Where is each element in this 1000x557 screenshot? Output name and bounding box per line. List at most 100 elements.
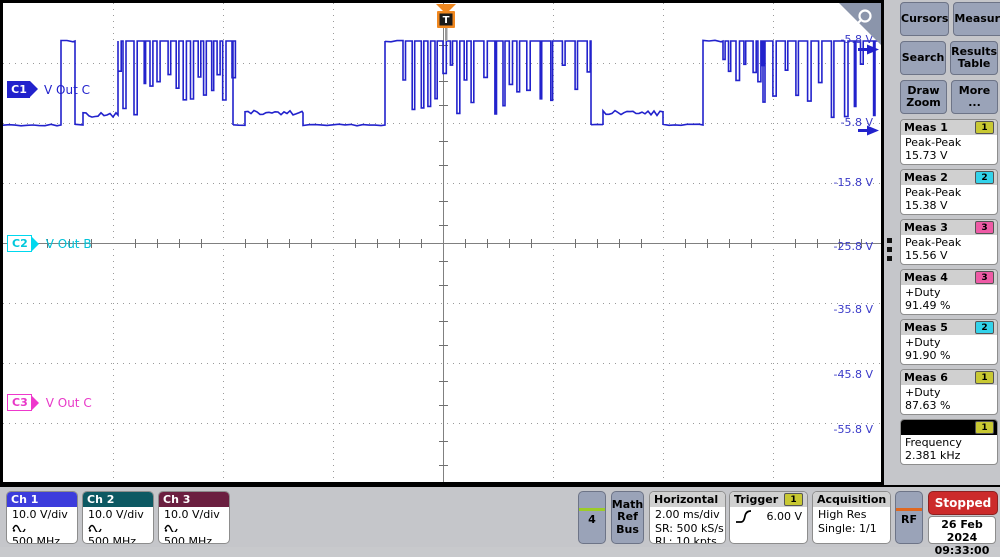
channel-label-c2: V Out B [45, 236, 92, 251]
channel-1-ground-marker[interactable] [858, 125, 880, 136]
channel-4-label: 4 [588, 513, 596, 527]
acquisition-title: Acquisition [817, 493, 887, 506]
channel-label-c3: V Out C [45, 395, 92, 410]
ac-coupling-icon [12, 522, 72, 536]
trigger-level-value: 6.00 V [766, 510, 802, 524]
results-table-button[interactable]: Results Table [950, 41, 998, 75]
meas-value: 2.381 kHz [905, 449, 961, 462]
voltage-readout: -25.8 V [833, 240, 873, 253]
meas-value: 91.90 % [905, 349, 951, 362]
trigger-title: Trigger [734, 493, 779, 506]
acquisition-mode: High Res [818, 508, 867, 521]
waveform-graticule[interactable]: C1 V Out C C2 V Out B C3 V Out C -5.8 V … [0, 0, 884, 485]
meas-type: Peak-Peak [905, 136, 962, 149]
record-length-value: RL: 10 kpts [655, 535, 717, 544]
source-chip: 2 [975, 171, 994, 184]
channel-1-settings[interactable]: Ch 1 10.0 V/div 500 MHz [6, 491, 78, 544]
meas-type: +Duty [905, 286, 941, 299]
channel-name: Ch 3 [163, 493, 191, 506]
waveform-traces [3, 3, 881, 127]
channel-4-button[interactable]: 4 [578, 491, 606, 544]
channel-name: Ch 1 [11, 493, 39, 506]
ac-coupling-icon [164, 522, 224, 536]
meas-value: 91.49 % [905, 299, 951, 312]
meas-title: Meas 6 [904, 371, 948, 384]
bottom-status-bar: Ch 1 10.0 V/div 500 MHz Ch 2 10.0 V/div … [0, 487, 1000, 557]
acquisition-sequence: Single: 1/1 [818, 521, 877, 535]
meas-type: Peak-Peak [905, 236, 962, 249]
side-button-row-1: Cursors Measure [900, 2, 1000, 36]
meas-title: Meas 2 [904, 171, 948, 184]
meas-title: Meas 4 [904, 271, 948, 284]
time-value: 09:33:00 [934, 544, 990, 557]
measurement-badge-frequency[interactable]: 1 Frequency 2.381 kHz [900, 419, 998, 465]
meas-title: Meas 3 [904, 221, 948, 234]
trigger-position-marker[interactable]: T [434, 3, 458, 41]
voltage-readout: -35.8 V [833, 303, 873, 316]
channel-scale: 10.0 V/div [164, 508, 220, 521]
cursors-button[interactable]: Cursors [900, 2, 950, 36]
horizontal-title: Horizontal [654, 493, 719, 506]
side-button-row-2: Search Results Table [900, 41, 998, 75]
acquisition-settings[interactable]: Acquisition High Res Single: 1/1 [812, 491, 891, 544]
channel-label-c1: V Out C [44, 82, 90, 97]
channel-tag-c3[interactable]: C3 V Out C [7, 394, 92, 411]
channel-3-settings[interactable]: Ch 3 10.0 V/div 500 MHz [158, 491, 230, 544]
meas-value: 15.38 V [905, 199, 948, 212]
channel-bandwidth: 500 MHz [12, 535, 61, 544]
voltage-readout: -45.8 V [833, 368, 873, 381]
ref-label: Ref [617, 510, 638, 524]
math-ref-bus-button[interactable]: Math Ref Bus [611, 491, 644, 544]
voltage-readout: -55.8 V [833, 423, 873, 436]
run-stop-status[interactable]: Stopped [928, 491, 998, 515]
channel-4-accent [579, 508, 605, 512]
date-value: 26 Feb 2024 [941, 518, 983, 544]
channel-bandwidth: 500 MHz [164, 535, 213, 544]
trace-channel-1 [3, 39, 881, 127]
trigger-source-chip: 1 [784, 493, 803, 506]
rf-button[interactable]: RF [895, 491, 923, 544]
panel-drag-handle[interactable] [886, 238, 894, 265]
rf-label: RF [901, 513, 917, 527]
source-chip: 3 [975, 221, 994, 234]
channel-1-position-marker[interactable] [858, 44, 880, 55]
more-button[interactable]: More ... [951, 80, 998, 114]
channel-2-settings[interactable]: Ch 2 10.0 V/div 500 MHz [82, 491, 154, 544]
measure-button[interactable]: Measure [953, 2, 1000, 36]
rf-accent [896, 508, 922, 512]
date-time-display: 26 Feb 2024 09:33:00 [928, 516, 996, 557]
channel-badge-c2[interactable]: C2 [7, 235, 39, 252]
meas-type: Peak-Peak [905, 186, 962, 199]
measurement-badge-2[interactable]: Meas 2 2 Peak-Peak 15.38 V [900, 169, 998, 215]
measurement-badge-4[interactable]: Meas 4 3 +Duty 91.49 % [900, 269, 998, 315]
ac-coupling-icon [88, 522, 148, 536]
meas-value: 15.73 V [905, 149, 948, 162]
meas-value: 15.56 V [905, 249, 948, 262]
horizontal-settings[interactable]: Horizontal 2.00 ms/div SR: 500 kS/s RL: … [649, 491, 726, 544]
search-button[interactable]: Search [900, 41, 947, 75]
channel-name: Ch 2 [87, 493, 115, 506]
source-chip: 1 [975, 421, 994, 434]
svg-text:T: T [443, 15, 450, 26]
meas-title: Meas 1 [904, 121, 948, 134]
right-side-panel: Cursors Measure Search Results Table Dra… [900, 2, 1000, 482]
channel-badge-c1[interactable]: C1 [7, 81, 38, 98]
meas-type: +Duty [905, 386, 941, 399]
trigger-settings[interactable]: Trigger 1 6.00 V [729, 491, 808, 544]
bus-label: Bus [616, 522, 639, 536]
draw-zoom-button[interactable]: Draw Zoom [900, 80, 947, 114]
measurement-badge-6[interactable]: Meas 6 1 +Duty 87.63 % [900, 369, 998, 415]
timebase-value: 2.00 ms/div [655, 508, 720, 521]
zoom-area-icon[interactable] [825, 3, 881, 45]
measurement-badge-1[interactable]: Meas 1 1 Peak-Peak 15.73 V [900, 119, 998, 165]
meas-title: Meas 5 [904, 321, 948, 334]
channel-tag-c2[interactable]: C2 V Out B [7, 235, 92, 252]
measurement-badge-5[interactable]: Meas 5 2 +Duty 91.90 % [900, 319, 998, 365]
channel-tag-c1[interactable]: C1 V Out C [7, 81, 90, 98]
channel-bandwidth: 500 MHz [88, 535, 137, 544]
measurement-badge-3[interactable]: Meas 3 3 Peak-Peak 15.56 V [900, 219, 998, 265]
source-chip: 1 [975, 121, 994, 134]
meas-type: Frequency [905, 436, 962, 449]
channel-badge-c3[interactable]: C3 [7, 394, 39, 411]
source-chip: 2 [975, 321, 994, 334]
